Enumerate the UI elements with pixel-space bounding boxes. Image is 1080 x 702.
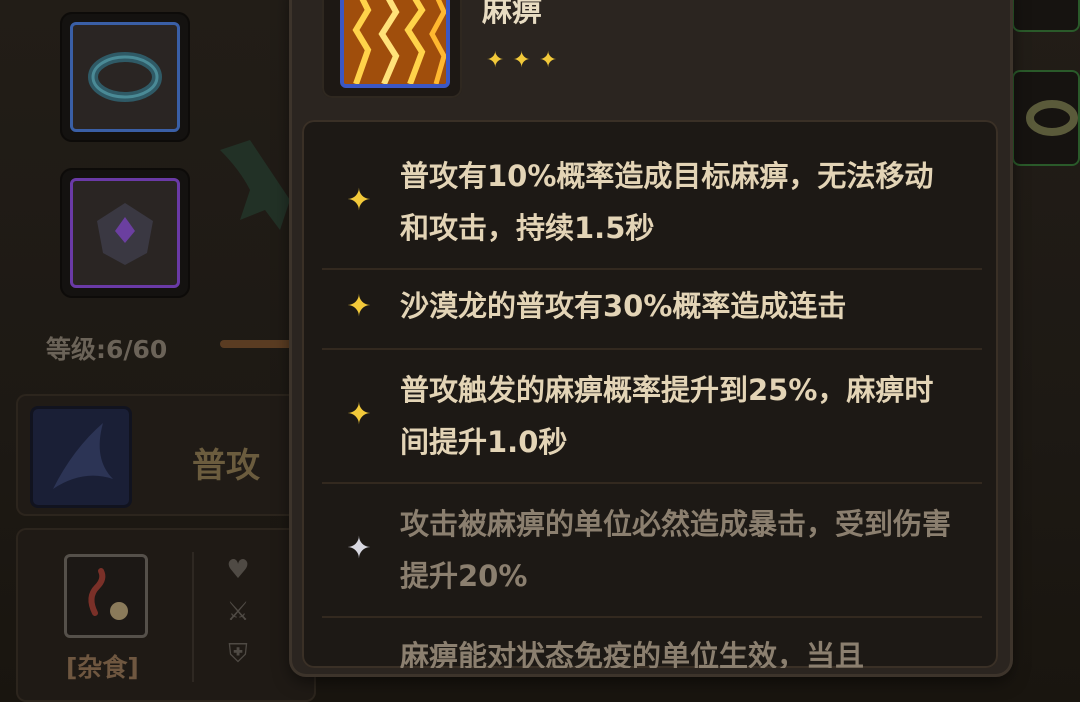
right-ring-slot[interactable]: [1012, 70, 1080, 166]
gold-star-icon: ✦: [346, 183, 372, 218]
lightning-skill-icon: [340, 0, 450, 88]
silver-star-icon: ✦: [346, 531, 372, 566]
skill-entry-text: 麻痹能对状态免疫的单位生效，当且: [400, 639, 865, 668]
skill-name-label: 普攻: [192, 446, 260, 486]
gold-star-icon: ✦: [346, 289, 372, 324]
diet-label: [杂食]: [66, 653, 139, 682]
entry-divider: [322, 348, 982, 350]
diet-row: [杂食] ♥ ⚔ ⛨: [16, 528, 316, 702]
skill-title: 麻痹: [482, 0, 542, 29]
skill-entry-text: 攻击被麻痹的单位必然造成暴击，受到伤害提升20%: [400, 507, 952, 593]
ring-icon: [88, 52, 162, 102]
ring-slot-frame: [70, 22, 180, 132]
entry-divider: [322, 482, 982, 484]
dragon-silhouette: [220, 140, 290, 230]
right-slot-top[interactable]: [1012, 0, 1080, 32]
sword-icon: ⚔: [226, 597, 250, 627]
ring-equipment-slot[interactable]: [60, 12, 190, 142]
skill-row-attack[interactable]: 普攻: [16, 394, 316, 516]
skill-entry-text: 沙漠龙的普攻有30%概率造成连击: [400, 289, 847, 323]
entry-divider: [322, 616, 982, 618]
claw-skill-icon: [30, 406, 132, 508]
gem-equipment-slot[interactable]: [60, 168, 190, 298]
shield-icon: ⛨: [228, 639, 248, 669]
heart-icon: ♥: [226, 555, 250, 585]
skill-star-rating: ✦✦✦: [486, 48, 566, 73]
skill-entry-text: 普攻触发的麻痹概率提升到25%，麻痹时间提升1.0秒: [400, 373, 934, 459]
ring-icon-small: [1026, 100, 1078, 136]
skill-entry-text: 普攻有10%概率造成目标麻痹，无法移动和攻击，持续1.5秒: [400, 159, 934, 245]
level-label: 等级:6/60: [46, 335, 168, 364]
diet-divider: [192, 552, 194, 682]
gem-icon: [97, 203, 153, 265]
worm-paw-icon: [64, 554, 148, 638]
skill-description-box[interactable]: ✦ 普攻有10%概率造成目标麻痹，无法移动和攻击，持续1.5秒 ✦ 沙漠龙的普攻…: [302, 120, 998, 668]
gem-slot-frame: [70, 178, 180, 288]
level-progress-bar: [220, 340, 300, 348]
gold-star-icon: ✦: [346, 397, 372, 432]
entry-divider: [322, 268, 982, 270]
